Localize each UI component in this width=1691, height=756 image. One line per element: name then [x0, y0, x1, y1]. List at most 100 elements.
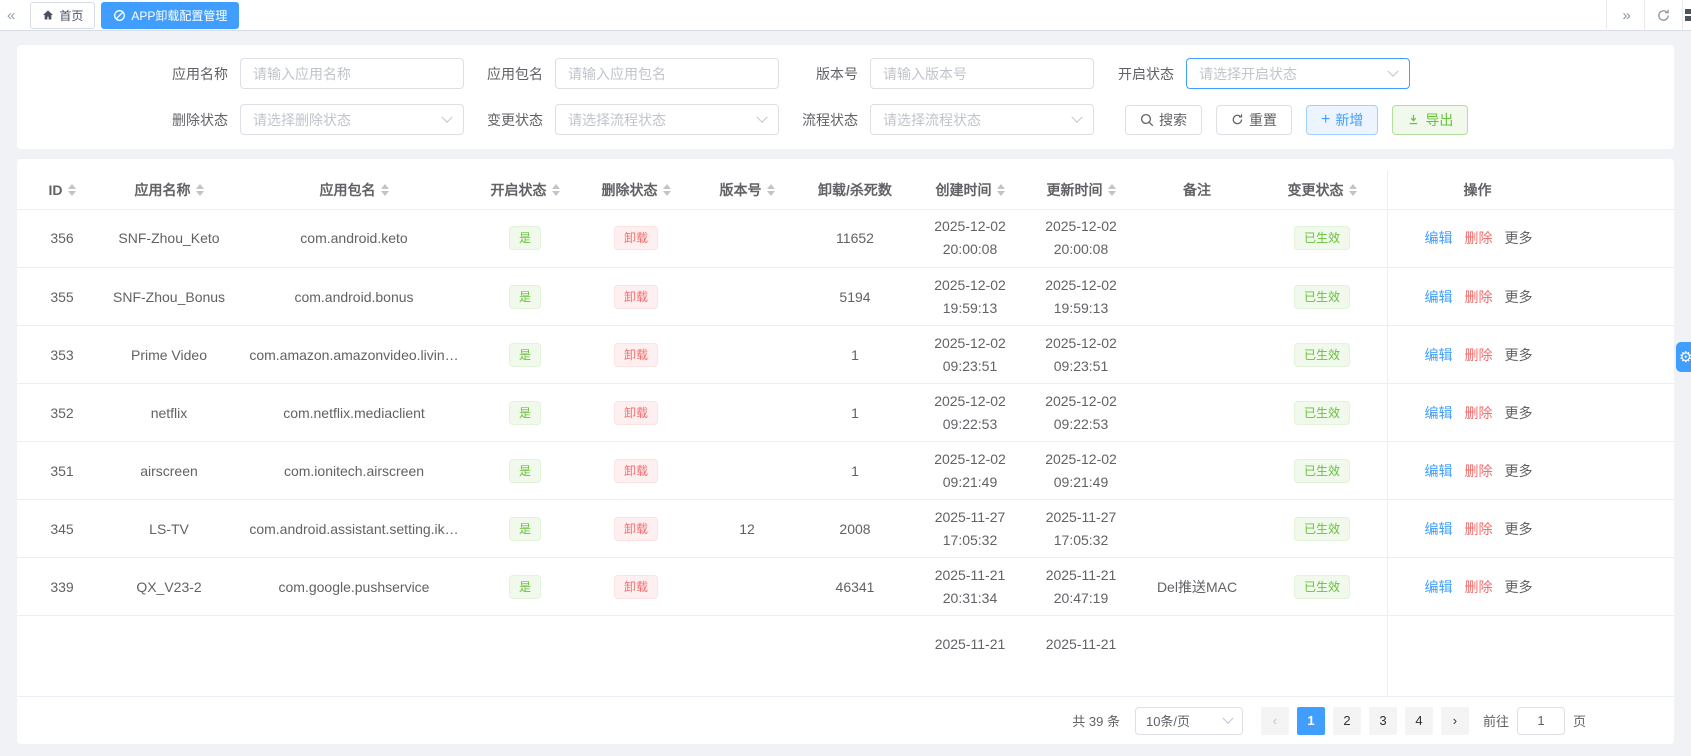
- cell-name: netflix: [107, 383, 231, 442]
- cell-version: [699, 325, 795, 384]
- enable-status-select[interactable]: 请选择开启状态: [1186, 58, 1410, 89]
- edit-link[interactable]: 编辑: [1425, 230, 1453, 246]
- cell-del: 卸载: [573, 325, 699, 384]
- more-link[interactable]: 更多: [1505, 289, 1533, 305]
- process-status-select[interactable]: 请选择流程状态: [870, 104, 1094, 135]
- cell-name: QX_V23-2: [107, 557, 231, 616]
- edit-link[interactable]: 编辑: [1425, 521, 1453, 537]
- page-size-select[interactable]: 10条/页: [1134, 706, 1243, 735]
- column-header-version[interactable]: 版本号: [699, 171, 795, 210]
- column-header-id[interactable]: ID: [17, 171, 107, 210]
- filter-row-1: 应用名称 应用包名 版本号 开启状态 请选择开启状态: [41, 58, 1650, 89]
- delete-link[interactable]: 删除: [1465, 521, 1493, 537]
- reset-button[interactable]: 重置: [1216, 104, 1292, 135]
- sort-caret-icon[interactable]: [551, 183, 560, 196]
- cell-count: 5194: [795, 267, 915, 326]
- column-header-enable[interactable]: 开启状态: [477, 171, 573, 210]
- select-placeholder: 请选择流程状态: [883, 111, 981, 128]
- sort-caret-icon[interactable]: [380, 183, 389, 196]
- column-header-del[interactable]: 删除状态: [573, 171, 699, 210]
- cell-count: 2008: [795, 499, 915, 558]
- column-header-pkg[interactable]: 应用包名: [231, 171, 477, 210]
- edit-link[interactable]: 编辑: [1425, 289, 1453, 305]
- column-label: 应用包名: [319, 181, 376, 198]
- cell-remark: [1137, 499, 1257, 558]
- column-label: 卸载/杀死数: [818, 181, 892, 198]
- sort-caret-icon[interactable]: [996, 183, 1005, 196]
- sort-caret-icon[interactable]: [195, 183, 204, 196]
- delete-link[interactable]: 删除: [1465, 230, 1493, 246]
- cell-del: 卸载: [573, 209, 699, 268]
- delete-link[interactable]: 删除: [1465, 405, 1493, 421]
- sort-caret-icon[interactable]: [67, 183, 76, 196]
- delete-link[interactable]: 删除: [1465, 579, 1493, 595]
- cell-del: 卸载: [573, 267, 699, 326]
- sort-caret-icon[interactable]: [662, 183, 671, 196]
- filter-buttons: 搜索 重置 + 新增 导出: [1125, 104, 1469, 135]
- cell-remark: [1137, 441, 1257, 500]
- scroll-right-icon[interactable]: »: [1606, 0, 1644, 31]
- next-page-button[interactable]: ›: [1440, 706, 1469, 735]
- more-link[interactable]: 更多: [1505, 579, 1533, 595]
- page-button-2[interactable]: 2: [1332, 706, 1361, 735]
- edit-link[interactable]: 编辑: [1425, 347, 1453, 363]
- tab-label: APP卸载配置管理: [131, 8, 228, 23]
- cell-name: SNF-Zhou_Bonus: [107, 267, 231, 326]
- table-body-scroll-area[interactable]: 356 SNF-Zhou_Keto com.android.keto 是卸载 11652…: [17, 209, 1674, 649]
- sort-caret-icon[interactable]: [766, 183, 775, 196]
- change-status-select[interactable]: 请选择流程状态: [555, 104, 779, 135]
- column-header-updated[interactable]: 更新时间: [1025, 171, 1137, 210]
- page-button-3[interactable]: 3: [1368, 706, 1397, 735]
- more-link[interactable]: 更多: [1505, 347, 1533, 363]
- column-header-name[interactable]: 应用名称: [107, 171, 231, 210]
- delete-link[interactable]: 删除: [1465, 347, 1493, 363]
- status-tag: 卸载: [613, 574, 658, 599]
- chevron-down-icon: [1222, 712, 1234, 724]
- cell-actions: 编辑 删除 更多: [1387, 209, 1674, 268]
- page-button-1[interactable]: 1: [1296, 706, 1325, 735]
- edit-link[interactable]: 编辑: [1425, 463, 1453, 479]
- cell-id: 352: [17, 383, 107, 442]
- tab-app-uninstall-config[interactable]: APP卸载配置管理: [101, 1, 240, 29]
- prev-page-button[interactable]: ‹: [1260, 706, 1289, 735]
- export-button[interactable]: 导出: [1392, 104, 1469, 135]
- goto-page: 前往 页: [1483, 706, 1586, 735]
- more-link[interactable]: 更多: [1505, 521, 1533, 537]
- clipped-toolbar-icon[interactable]: [1682, 0, 1691, 31]
- sort-caret-icon[interactable]: [1348, 183, 1357, 196]
- search-button[interactable]: 搜索: [1125, 104, 1202, 135]
- app-name-input[interactable]: [240, 58, 464, 89]
- app-package-input[interactable]: [555, 58, 779, 89]
- cell-del: [573, 615, 699, 649]
- cell-enable: 是: [477, 267, 573, 326]
- sort-caret-icon[interactable]: [1107, 183, 1116, 196]
- cell-actions: 编辑 删除 更多: [1387, 441, 1674, 500]
- edit-link[interactable]: 编辑: [1425, 405, 1453, 421]
- chevron-down-icon: [756, 111, 768, 123]
- column-header-created[interactable]: 创建时间: [915, 171, 1025, 210]
- page-button-4[interactable]: 4: [1404, 706, 1433, 735]
- version-input[interactable]: [870, 58, 1094, 89]
- datetime-line: 2025-12-02: [1045, 392, 1117, 409]
- column-header-change[interactable]: 变更状态: [1257, 171, 1387, 210]
- add-button[interactable]: + 新增: [1306, 104, 1379, 135]
- edit-link[interactable]: 编辑: [1425, 579, 1453, 595]
- cell-count: 11652: [795, 209, 915, 268]
- cell-created: 2025-11-21 20:31:34: [915, 557, 1025, 616]
- cell-id: [17, 615, 107, 649]
- goto-page-input[interactable]: [1516, 706, 1565, 735]
- tab-home[interactable]: 首页: [30, 1, 96, 29]
- scroll-left-icon[interactable]: «: [0, 7, 24, 24]
- delete-link[interactable]: 删除: [1465, 463, 1493, 479]
- filter-app-name: 应用名称: [41, 58, 464, 89]
- cell-change: 已生效: [1257, 325, 1387, 384]
- more-link[interactable]: 更多: [1505, 463, 1533, 479]
- fixed-column-divider: [1387, 171, 1388, 696]
- more-link[interactable]: 更多: [1505, 230, 1533, 246]
- refresh-page-icon[interactable]: [1644, 0, 1682, 31]
- cell-del: 卸载: [573, 383, 699, 442]
- more-link[interactable]: 更多: [1505, 405, 1533, 421]
- delete-status-select[interactable]: 请选择删除状态: [240, 104, 464, 135]
- table-settings-gear-button[interactable]: ⚙: [1676, 342, 1691, 372]
- delete-link[interactable]: 删除: [1465, 289, 1493, 305]
